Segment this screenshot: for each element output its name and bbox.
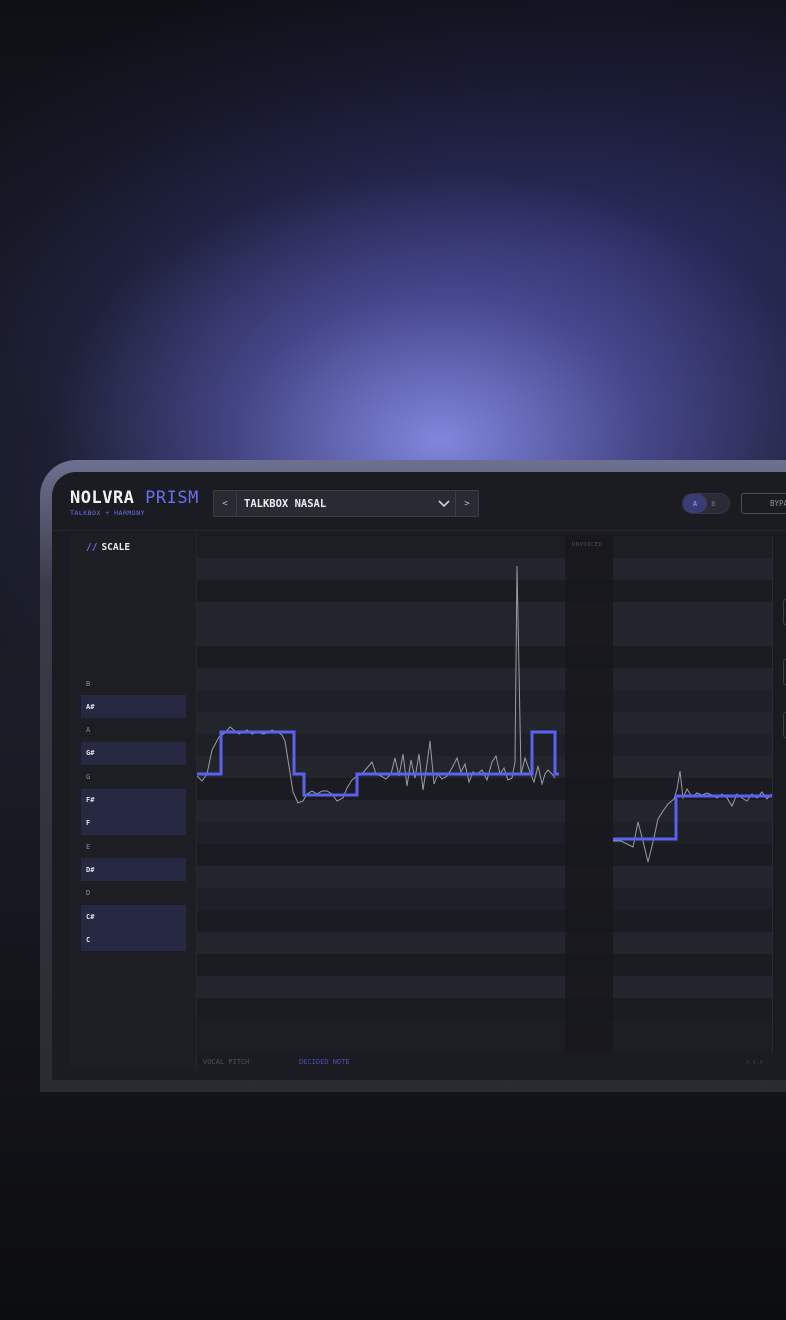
scale-note-label: F# [86, 796, 95, 804]
scale-note-label: A# [86, 702, 95, 711]
scale-note-d[interactable]: D [81, 882, 186, 905]
pitch-lane [197, 602, 772, 624]
preset-next-button[interactable]: > [455, 491, 478, 516]
scale-note-label: E [86, 842, 91, 851]
scale-note-f[interactable]: F [81, 811, 186, 835]
pitch-lane [197, 558, 772, 580]
preset-prev-button[interactable]: < [214, 491, 237, 516]
plugin-window: NOLVRA PRISM TALKBOX + HARMONY < TALKBOX… [52, 472, 786, 1080]
pitch-lane [197, 690, 772, 712]
pitch-lane [197, 844, 772, 866]
legend-decided-note: DECIDED NOTE [299, 1058, 350, 1066]
scale-note-label: D# [86, 865, 95, 874]
scale-note-b[interactable]: B [81, 672, 186, 695]
pitch-lane [197, 910, 772, 932]
brand-title: NOLVRA PRISM [70, 488, 199, 508]
pitch-lane [197, 976, 772, 998]
header-divider [52, 530, 786, 531]
unvoiced-region [565, 536, 613, 1052]
pitch-lane [197, 998, 772, 1020]
pitch-lane [197, 800, 772, 822]
ab-compare-toggle[interactable]: A - B [682, 493, 730, 514]
ab-separator: - [703, 499, 708, 508]
preset-selector[interactable]: < TALKBOX NASAL > [213, 490, 479, 517]
pitch-lane [197, 822, 772, 844]
scale-note-a[interactable]: A [81, 719, 186, 742]
pitch-lane [197, 1020, 772, 1052]
chevron-down-icon[interactable] [433, 499, 455, 508]
pitch-lane [197, 646, 772, 668]
scale-note-label: B [86, 679, 91, 688]
background-floor [0, 1080, 786, 1320]
ab-b-option[interactable]: B [711, 500, 715, 508]
scale-note-d-sharp[interactable]: D# [81, 858, 186, 882]
pitch-lane [197, 580, 772, 602]
pitch-plot[interactable]: UNVOICED [197, 536, 772, 1052]
scale-note-label: C [86, 935, 91, 944]
unvoiced-label: UNVOICED [572, 542, 603, 548]
scale-note-g-sharp[interactable]: G# [81, 741, 186, 765]
scale-note-label: G# [86, 749, 95, 758]
brand-subtitle: TALKBOX + HARMONY [70, 509, 146, 517]
brand: NOLVRA PRISM TALKBOX + HARMONY [70, 488, 199, 517]
pitch-lane [197, 954, 772, 976]
scale-note-c[interactable]: C [81, 928, 186, 952]
pitch-lane [197, 624, 772, 646]
scale-note-label: D [86, 889, 91, 898]
bypass-button[interactable]: BYPA [741, 493, 786, 514]
scale-note-a-sharp[interactable]: A# [81, 695, 186, 719]
pitch-lane [197, 536, 772, 558]
version-label: 0.8.4 [746, 1060, 763, 1066]
scale-note-label: A [86, 726, 91, 735]
scale-note-g[interactable]: G [81, 765, 186, 788]
pitch-lane [197, 888, 772, 910]
pitch-lane [197, 932, 772, 954]
scale-note-f-sharp[interactable]: F# [81, 788, 186, 812]
scale-panel: //SCALE B A# A G# G F# F E D# D C# C [70, 534, 197, 1070]
pitch-lane [197, 668, 772, 690]
pitch-lane [197, 866, 772, 888]
scale-title: //SCALE [86, 542, 131, 553]
scale-note-label: G [86, 772, 91, 781]
scale-note-e[interactable]: E [81, 835, 186, 858]
scale-note-c-sharp[interactable]: C# [81, 905, 186, 928]
scale-note-label: F [86, 819, 91, 828]
preset-name[interactable]: TALKBOX NASAL [237, 498, 433, 510]
scale-note-label: C# [86, 912, 95, 921]
legend-vocal-pitch: VOCAL PITCH [203, 1058, 250, 1066]
